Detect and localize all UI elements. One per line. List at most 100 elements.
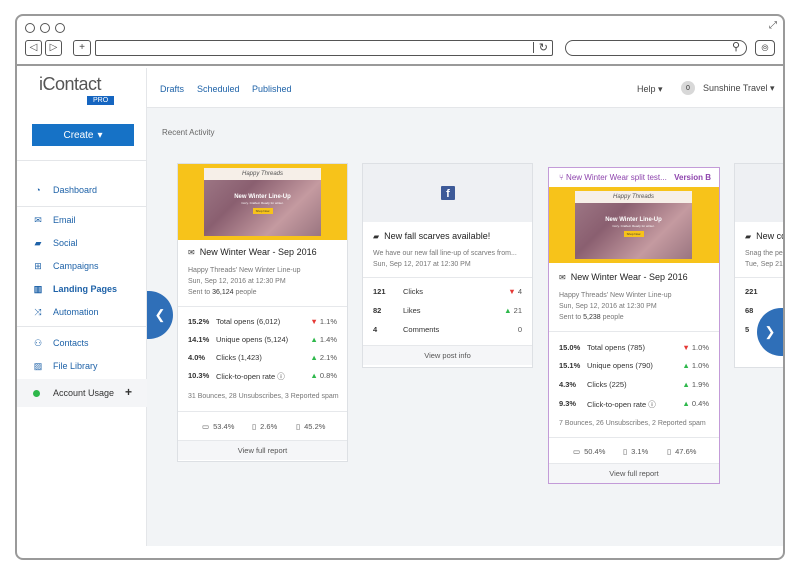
chevron-left-icon: ❮ xyxy=(154,307,166,322)
preview-sub: Cozy. Crafted. Ready for winter. xyxy=(241,201,284,205)
sidebar-item-automation[interactable]: ⤨ Automation xyxy=(33,305,99,319)
split-test-card[interactable]: ⑂ New Winter Wear split test... Version … xyxy=(548,167,720,484)
caret-down-icon: ▾ xyxy=(97,129,103,141)
desktop-stat: ▭ 53.4% xyxy=(202,422,235,431)
tab-drafts[interactable]: Drafts xyxy=(160,84,184,94)
divider xyxy=(549,437,719,438)
create-button[interactable]: Create ▾ xyxy=(32,124,134,146)
help-menu[interactable]: Help ▾ xyxy=(637,84,663,95)
preview-brand: Happy Threads xyxy=(204,168,321,180)
tablet-icon: ▯ xyxy=(623,447,628,456)
sidebar-item-dashboard[interactable]: ◔ Dashboard xyxy=(33,183,97,197)
stat-row: 14.1% Unique opens (5,124) ▲ 1.4% xyxy=(188,335,337,344)
sender: Happy Threads' New Winter Line-up xyxy=(559,292,672,299)
new-tab-button[interactable]: + xyxy=(73,40,91,56)
device-breakdown: ▭ 50.4% ▯ 3.1% ▯ 47.6% xyxy=(549,443,719,463)
window-dot-minimize[interactable] xyxy=(40,23,50,33)
divider xyxy=(735,277,783,278)
card-meta: Happy Threads' New Winter Line-up Sun, S… xyxy=(559,290,671,323)
card-meta: Snag the perf Tue, Sep 21, 2 xyxy=(745,248,785,270)
tablet-stat: ▯ 2.6% xyxy=(252,422,278,431)
email-thumbnail[interactable]: Happy Threads New Winter Line-Up Cozy. C… xyxy=(178,164,347,240)
stat-row: 82 Likes ▲ 21 xyxy=(373,306,522,315)
version-label: Version B xyxy=(674,173,711,182)
sidebar-item-label: Email xyxy=(53,215,76,225)
carousel-prev-button[interactable]: ❮ xyxy=(147,291,173,339)
sidebar-item-label: Automation xyxy=(53,307,99,317)
divider xyxy=(178,306,347,307)
create-label: Create xyxy=(63,129,94,141)
window-dot-zoom[interactable] xyxy=(55,23,65,33)
stat-row: 9.3% Click-to-open rate ⓘ ▲ 0.4% xyxy=(559,399,709,409)
tab-published[interactable]: Published xyxy=(252,84,292,94)
account-usage[interactable]: Account Usage + xyxy=(17,379,147,407)
card-title-text: New Winter Wear - Sep 2016 xyxy=(199,247,317,257)
sidebar-item-file-library[interactable]: ▨ File Library xyxy=(33,359,98,373)
browser-toolbar: ◁ ▷ + ↻ ⚲ ⦾ xyxy=(17,38,783,66)
browser-search-input[interactable]: ⚲ xyxy=(565,40,747,56)
sender: Happy Threads' New Winter Line-up xyxy=(188,267,301,274)
sidebar-item-social[interactable]: ▰ Social xyxy=(33,236,78,250)
email-thumbnail[interactable]: Happy Threads New Winter Line-Up Cozy. C… xyxy=(549,187,719,263)
view-post-info-link[interactable]: View post info xyxy=(363,345,532,365)
mobile-stat: ▯ 47.6% xyxy=(667,447,697,456)
address-bar[interactable]: ↻ xyxy=(95,40,553,56)
phone-icon: ▯ xyxy=(667,447,672,456)
card-title-text: New fall scarves available! xyxy=(384,231,491,241)
shield-icon[interactable]: ⦾ xyxy=(755,40,775,56)
facebook-icon: f xyxy=(441,186,455,200)
sidebar-item-label: Contacts xyxy=(53,338,89,348)
sidebar-item-email[interactable]: ✉ Email xyxy=(33,213,76,227)
tab-scheduled[interactable]: Scheduled xyxy=(197,84,240,94)
user-menu[interactable]: Sunshine Travel ▾ xyxy=(703,83,775,94)
split-icon: ⑂ xyxy=(559,173,564,182)
envelope-icon: ✉ xyxy=(188,247,195,257)
plus-icon[interactable]: + xyxy=(125,385,132,399)
split-test-header[interactable]: ⑂ New Winter Wear split test... Version … xyxy=(549,168,719,186)
view-full-report-link[interactable]: View full report xyxy=(549,463,719,483)
chat-icon: ▰ xyxy=(373,231,380,241)
divider xyxy=(549,331,719,332)
window-dot-close[interactable] xyxy=(25,23,35,33)
back-button[interactable]: ◁ xyxy=(25,40,42,56)
sidebar-item-label: Landing Pages xyxy=(53,284,118,294)
phone-icon: ▯ xyxy=(296,422,301,431)
envelope-icon: ✉ xyxy=(559,272,566,282)
card-title[interactable]: ✉ New Winter Wear - Sep 2016 xyxy=(188,247,317,257)
search-icon: ⚲ xyxy=(731,41,740,53)
post-desc: We have our new fall line-up of scarves … xyxy=(373,250,517,257)
sidebar-item-label: Social xyxy=(53,238,78,248)
bounce-summary: 7 Bounces, 26 Unsubscribes, 2 Reported s… xyxy=(559,420,706,427)
sidebar-item-landing-pages[interactable]: ▥ Landing Pages xyxy=(33,282,117,296)
social-thumbnail: f xyxy=(363,164,532,222)
social-thumbnail xyxy=(735,164,783,222)
post-desc: Snag the perf xyxy=(745,250,785,257)
expand-icon[interactable]: ⤢ xyxy=(769,20,777,31)
preview-title: New Winter Line-Up xyxy=(605,217,662,223)
top-nav: Drafts Scheduled Published Help ▾ 0 Suns… xyxy=(147,68,783,108)
forward-button[interactable]: ▷ xyxy=(45,40,62,56)
sent-to: Sent to 5,238 people xyxy=(559,314,624,321)
post-date: Sun, Sep 12, 2017 at 12:30 PM xyxy=(373,261,471,268)
stat-row: 221 xyxy=(745,287,758,296)
chat-icon: ▰ xyxy=(745,231,752,241)
post-date: Tue, Sep 21, 2 xyxy=(745,261,785,268)
avatar[interactable]: 0 xyxy=(681,81,695,95)
email-card[interactable]: Happy Threads New Winter Line-Up Cozy. C… xyxy=(177,163,348,462)
email-preview: Happy Threads New Winter Line-Up Cozy. C… xyxy=(575,191,692,259)
card-title[interactable]: ▰ New fall scarves available! xyxy=(373,231,490,241)
card-title[interactable]: ▰ New co xyxy=(745,231,783,241)
view-full-report-link[interactable]: View full report xyxy=(178,440,347,460)
card-title-text: New Winter Wear - Sep 2016 xyxy=(570,272,688,282)
logo[interactable]: iContact PRO xyxy=(39,74,139,110)
plus-square-icon: ⊞ xyxy=(34,261,42,271)
divider xyxy=(17,326,147,327)
sidebar-item-contacts[interactable]: ⚇ Contacts xyxy=(33,336,89,350)
reload-icon[interactable]: ↻ xyxy=(539,41,548,55)
sidebar-item-campaigns[interactable]: ⊞ Campaigns xyxy=(33,259,98,273)
social-card[interactable]: f ▰ New fall scarves available! We have … xyxy=(362,163,533,368)
preview-button: Shop Now xyxy=(623,231,644,237)
card-title[interactable]: ✉ New Winter Wear - Sep 2016 xyxy=(559,272,688,282)
device-breakdown: ▭ 53.4% ▯ 2.6% ▯ 45.2% xyxy=(178,418,347,438)
mobile-stat: ▯ 45.2% xyxy=(296,422,326,431)
